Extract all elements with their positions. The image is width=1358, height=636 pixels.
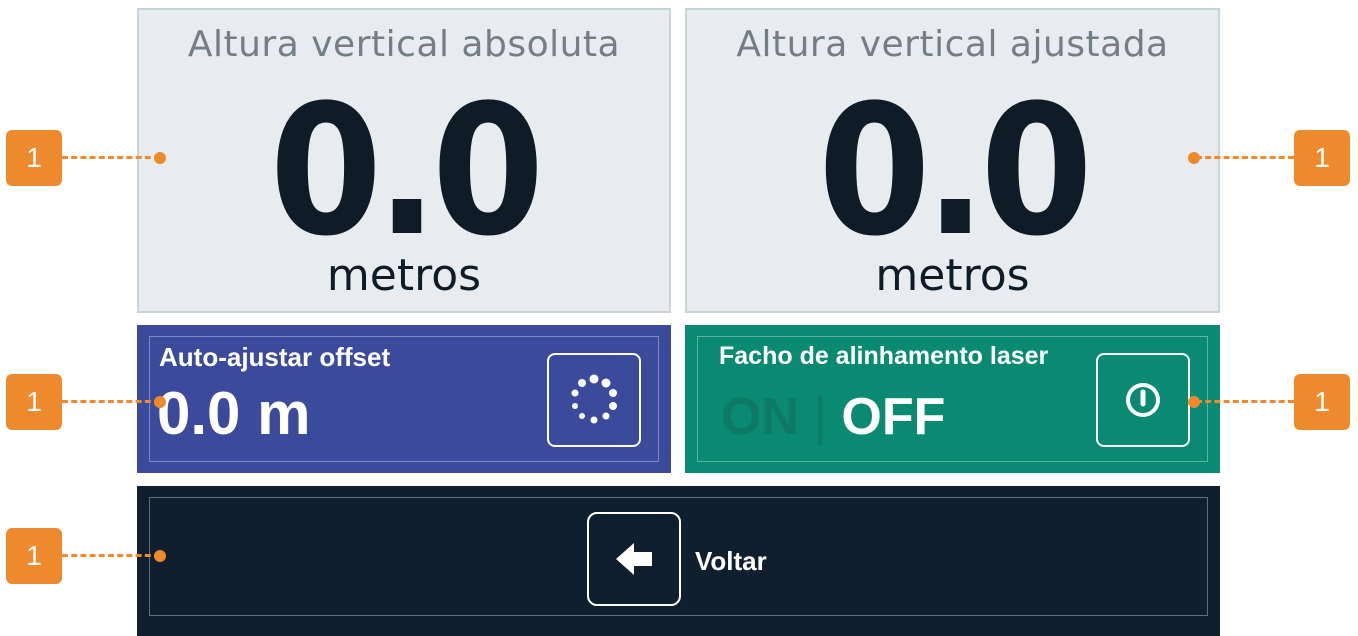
callout-badge-right-middle: 1	[1294, 374, 1350, 430]
callout-leader	[62, 156, 160, 159]
arrow-left-icon	[616, 543, 652, 575]
adjusted-height-panel: Altura vertical ajustada 0.0 metros	[685, 8, 1220, 313]
back-control: Voltar	[137, 486, 1220, 636]
absolute-height-title: Altura vertical absoluta	[187, 24, 621, 65]
callout-badge-left-top: 1	[6, 130, 62, 186]
auto-offset-value: 0.0 m	[157, 380, 311, 447]
auto-offset-label: Auto-ajustar offset	[159, 342, 391, 372]
power-icon	[1126, 383, 1160, 417]
back-button[interactable]	[587, 512, 681, 606]
absolute-height-unit: metros	[326, 250, 482, 301]
callout-leader	[1196, 156, 1294, 159]
laser-state-off: OFF	[841, 388, 946, 446]
laser-alignment-label: Facho de alinhamento laser	[719, 342, 1049, 370]
laser-power-button[interactable]	[1096, 353, 1190, 447]
laser-state-readout: ON | OFF	[721, 387, 945, 447]
adjusted-height-title: Altura vertical ajustada	[736, 24, 1169, 65]
callout-leader	[62, 400, 160, 403]
callout-dot	[1188, 152, 1200, 164]
callout-dot	[154, 152, 166, 164]
callout-badge-left-bottom: 1	[6, 528, 62, 584]
spinner-icon	[571, 374, 617, 424]
callout-badge-left-middle: 1	[6, 374, 62, 430]
laser-state-separator: |	[813, 388, 827, 446]
callout-dot	[1188, 396, 1200, 408]
callout-dot	[154, 550, 166, 562]
back-label[interactable]: Voltar	[695, 546, 767, 577]
callout-leader	[62, 554, 160, 557]
adjusted-height-value: 0.0	[818, 67, 1093, 276]
callout-dot	[154, 396, 166, 408]
adjusted-height-unit: metros	[875, 250, 1030, 301]
laser-state-on: ON	[721, 388, 799, 446]
laser-alignment-control: Facho de alinhamento laser ON | OFF	[685, 325, 1220, 473]
absolute-height-value: 0.0	[269, 67, 545, 276]
auto-offset-button[interactable]	[547, 353, 641, 447]
auto-offset-control: Auto-ajustar offset 0.0 m	[137, 325, 671, 473]
callout-leader	[1196, 400, 1294, 403]
callout-badge-right-top: 1	[1294, 130, 1350, 186]
absolute-height-panel: Altura vertical absoluta 0.0 metros	[137, 8, 671, 313]
